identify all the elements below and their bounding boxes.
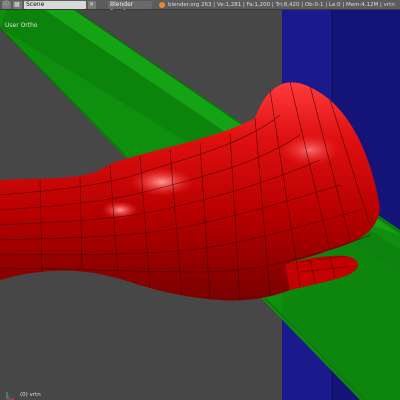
info-header: ⓘ ▦ Scene ✕ Blender Render blender.org 2… xyxy=(0,0,400,16)
scene-input[interactable]: Scene xyxy=(24,1,86,9)
grid-icon: ▦ xyxy=(14,1,20,8)
scene-close-button[interactable]: ✕ xyxy=(88,1,96,9)
viewport-canvas xyxy=(0,10,400,400)
editor-type-button[interactable]: ⓘ xyxy=(2,1,11,9)
render-engine-select[interactable]: Blender Render xyxy=(108,1,152,16)
active-object-label: (0) vrtn xyxy=(20,392,41,398)
info-editor-icon: ⓘ xyxy=(3,1,10,8)
axis-gizmo-icon xyxy=(6,392,14,400)
view-label: User Ortho xyxy=(5,22,38,29)
scene-statistics: blender.org 263 | Ve:1,281 | Fa:1,200 | … xyxy=(168,2,395,8)
close-icon: ✕ xyxy=(89,1,95,8)
screen-layout-button[interactable]: ▦ xyxy=(13,1,22,9)
3d-viewport[interactable]: User Ortho xyxy=(0,10,400,400)
blender-logo-icon xyxy=(159,2,165,8)
